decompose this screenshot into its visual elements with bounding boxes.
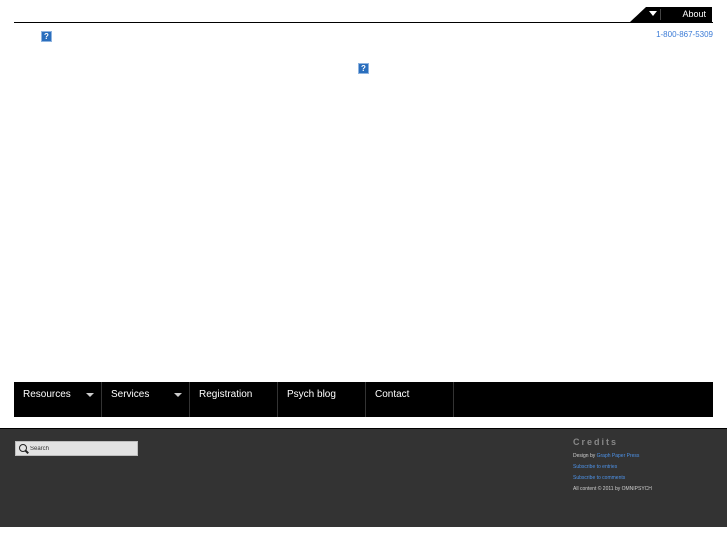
nav-item-label: Psych blog [287, 389, 336, 400]
nav-item-resources[interactable]: Resources [14, 382, 102, 417]
nav-item-services[interactable]: Services [102, 382, 190, 417]
subscribe-entries-row: Subscribe to entries [573, 462, 652, 473]
tab-divider [660, 9, 661, 20]
subscribe-entries-link[interactable]: Subscribe to entries [573, 464, 617, 470]
top-about-tab[interactable]: About [630, 7, 712, 22]
design-credit-prefix: Design by [573, 453, 597, 459]
header-divider [14, 22, 713, 23]
design-credit: Design by Graph Paper Press [573, 451, 652, 462]
designer-link[interactable]: Graph Paper Press [597, 453, 640, 459]
subscribe-comments-link[interactable]: Subscribe to comments [573, 475, 625, 481]
broken-image-icon: ? [358, 63, 369, 74]
credits-heading: Credits [573, 437, 619, 447]
footer: Credits Design by Graph Paper Press Subs… [0, 429, 727, 527]
search-input[interactable] [30, 442, 135, 455]
chevron-down-icon[interactable] [174, 393, 182, 397]
about-link[interactable]: About [682, 9, 706, 20]
nav-item-registration[interactable]: Registration [190, 382, 278, 417]
nav-filler [454, 382, 713, 417]
nav-item-label: Services [111, 389, 150, 400]
main-navigation: Resources Services Registration Psych bl… [14, 382, 713, 417]
search-icon-handle [25, 449, 29, 454]
broken-image-icon: ? [41, 31, 52, 42]
chevron-down-icon[interactable] [86, 393, 94, 397]
nav-item-contact[interactable]: Contact [366, 382, 454, 417]
copyright-text: All content © 2011 by OMNIPSYCH [573, 486, 652, 492]
subscribe-comments-row: Subscribe to comments [573, 473, 652, 484]
nav-item-label: Resources [23, 389, 71, 400]
dropdown-caret-icon[interactable] [649, 11, 657, 16]
search-box[interactable] [15, 441, 138, 456]
nav-item-label: Registration [199, 389, 253, 400]
nav-item-psych-blog[interactable]: Psych blog [278, 382, 366, 417]
credits-section: Credits Design by Graph Paper Press Subs… [573, 437, 652, 495]
nav-item-label: Contact [375, 389, 410, 400]
phone-number-link[interactable]: 1-800-867-5309 [656, 30, 713, 40]
